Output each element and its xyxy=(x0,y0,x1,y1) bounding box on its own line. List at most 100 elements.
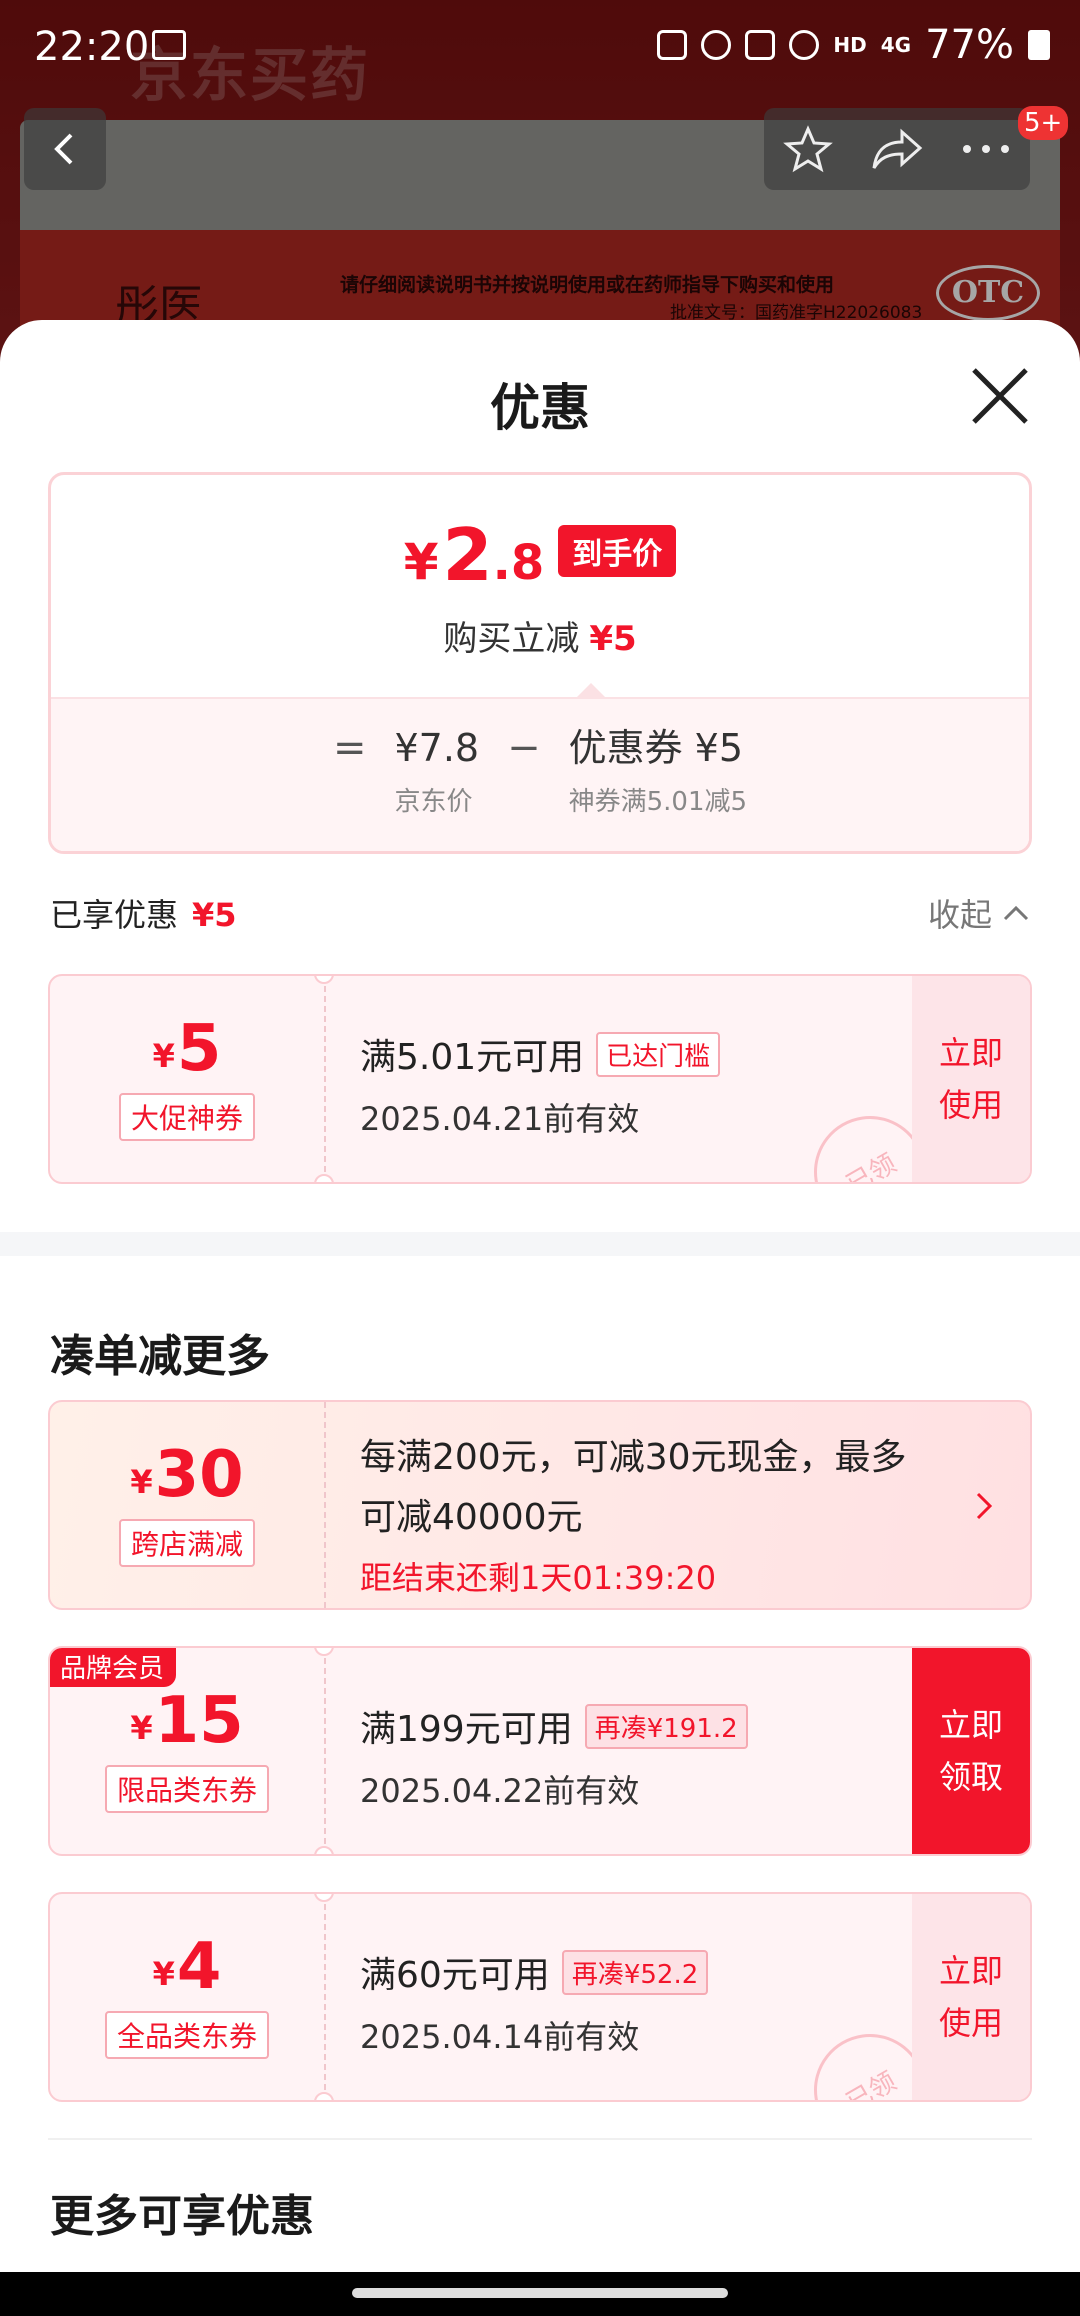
back-button[interactable] xyxy=(24,108,106,190)
jd-price-block: ¥7.8 京东价 xyxy=(394,725,479,818)
promo-amount-number: 30 xyxy=(154,1438,244,1512)
coupon-remaining-tag: 再凑¥191.2 xyxy=(584,1703,748,1749)
close-icon[interactable] xyxy=(966,362,1034,430)
action-line2: 使用 xyxy=(938,1086,1003,1124)
coupon-divider xyxy=(324,976,326,1182)
coupon-amount: ¥4 xyxy=(153,1935,222,1999)
signal-label: 4G xyxy=(880,33,912,57)
coupon-condition: 满199元可用 再凑¥191.2 xyxy=(360,1700,890,1752)
action-line1: 立即 xyxy=(938,1706,1003,1744)
coupon-amount-number: 15 xyxy=(154,1684,244,1758)
coupon-value: ¥5 大促神券 xyxy=(50,976,324,1182)
coupon-threshold-tag: 已达门槛 xyxy=(596,1031,721,1077)
enjoyed-label: 已享优惠 xyxy=(50,896,179,934)
promo-amount: ¥30 xyxy=(130,1443,243,1507)
coupon-yen: ¥ xyxy=(152,1037,175,1075)
coupon-divider xyxy=(324,1894,326,2100)
promo-description: 每满200元，可减30元现金，最多可减40000元 xyxy=(360,1437,907,1538)
sim-icon xyxy=(657,30,688,60)
instant-discount: 购买立减 ¥5 xyxy=(51,611,1029,660)
coupon-condition: 满5.01元可用 已达门槛 xyxy=(360,1028,890,1080)
coupon-condition-text: 满60元可用 xyxy=(360,1955,550,1996)
coupon-type: 限品类东券 xyxy=(104,1765,269,1813)
coupon-value: ¥4 全品类东券 xyxy=(50,1894,324,2100)
battery-icon xyxy=(1028,30,1050,60)
coupon-type: 大促神券 xyxy=(118,1093,255,1141)
action-line2: 使用 xyxy=(938,2004,1003,2042)
chevron-left-icon xyxy=(54,133,73,165)
wifi-icon xyxy=(789,30,820,60)
mute-icon xyxy=(745,30,776,60)
hd-label: HD xyxy=(833,33,867,57)
promo-value: ¥30 跨店满减 xyxy=(50,1402,324,1608)
coupon-card: ¥15 限品类东券 品牌会员 满199元可用 再凑¥191.2 2025.04.2… xyxy=(48,1646,1032,1856)
gallery-icon xyxy=(152,30,186,60)
member-badge: 品牌会员 xyxy=(50,1648,177,1687)
coupon-amount-number: 5 xyxy=(176,1012,222,1086)
share-icon[interactable] xyxy=(870,124,924,174)
section-title-more-offers: 更多可享优惠 xyxy=(50,2191,314,2242)
alarm-icon xyxy=(701,30,732,60)
coupon-divider xyxy=(324,1648,326,1854)
breakdown-notch xyxy=(577,683,605,697)
coupon-cut xyxy=(314,1846,334,1854)
final-price: ¥ 2 .8 到手价 xyxy=(51,519,1029,591)
promo-countdown: 距结束还剩1天01:39:20 xyxy=(360,1559,717,1597)
enjoyed-amount: ¥5 xyxy=(192,896,237,934)
action-line1: 立即 xyxy=(938,1952,1003,1990)
coupon-yen: ¥ xyxy=(152,1955,175,1993)
home-indicator[interactable] xyxy=(352,2288,728,2298)
coupon-condition-text: 满5.01元可用 xyxy=(360,1037,585,1078)
action-line1: 立即 xyxy=(938,1034,1003,1072)
star-icon[interactable] xyxy=(782,124,833,174)
coupon-cut xyxy=(314,2092,334,2100)
coupon-amount: ¥5 xyxy=(153,1017,222,1081)
coupon-info: 满60元可用 再凑¥52.2 2025.04.14前有效 xyxy=(360,1946,890,2058)
use-now-button[interactable]: 立即 使用 xyxy=(912,976,1030,1182)
coupon-detail: 神券满5.01减5 xyxy=(568,787,748,817)
coupon-card: ¥4 全品类东券 满60元可用 再凑¥52.2 2025.04.14前有效 已领 … xyxy=(48,1892,1032,2102)
chevron-up-icon xyxy=(1003,905,1029,921)
status-time: 22:20 xyxy=(34,24,150,70)
promo-type: 跨店满减 xyxy=(118,1519,255,1567)
cart-count-badge: 5+ xyxy=(1018,106,1069,140)
promo-yen: ¥ xyxy=(130,1463,153,1501)
coupon-cut xyxy=(314,1174,334,1182)
section-separator xyxy=(0,1232,1080,1256)
price-dec: .8 xyxy=(492,535,545,591)
jd-price: ¥7.8 xyxy=(394,726,480,770)
final-price-card: ¥ 2 .8 到手价 购买立减 ¥5 = ¥7.8 京东价 − 优惠券 ¥5 神券… xyxy=(48,472,1032,854)
enjoyed-discount: 已享优惠 ¥5 xyxy=(50,890,237,936)
coupon-info: 满199元可用 再凑¥191.2 2025.04.22前有效 xyxy=(360,1700,890,1812)
coupon-info: 满5.01元可用 已达门槛 2025.04.21前有效 xyxy=(360,1028,890,1140)
coupon-condition: 满60元可用 再凑¥52.2 xyxy=(360,1946,890,1998)
coupon-amount-number: 4 xyxy=(176,1930,222,2004)
instant-discount-label: 购买立减 xyxy=(443,619,580,659)
sheet-title: 优惠 xyxy=(490,379,590,437)
status-icons: HD 4G 77% xyxy=(657,22,1050,68)
equals-sign: = xyxy=(332,725,367,771)
coupon-card: ¥5 大促神券 满5.01元可用 已达门槛 2025.04.21前有效 已领 立即… xyxy=(48,974,1032,1184)
coupon-discount: 优惠券 ¥5 xyxy=(568,726,744,770)
section-title-more-savings: 凑单减更多 xyxy=(50,1331,270,1382)
promo-info: 每满200元，可减30元现金，最多可减40000元 距结束还剩1天01:39:2… xyxy=(360,1428,910,1608)
top-actions xyxy=(764,108,1030,190)
price-yen: ¥ xyxy=(403,533,439,591)
instant-discount-amount: ¥5 xyxy=(589,619,637,659)
collapse-toggle[interactable]: 收起 xyxy=(928,890,1030,936)
minus-sign: − xyxy=(507,725,541,771)
jd-price-label: 京东价 xyxy=(394,787,473,817)
coupon-validity: 2025.04.14前有效 xyxy=(360,2018,640,2056)
promo-divider xyxy=(324,1402,326,1608)
claim-now-button[interactable]: 立即 领取 xyxy=(912,1648,1030,1854)
collapse-label: 收起 xyxy=(927,896,992,934)
use-now-button[interactable]: 立即 使用 xyxy=(912,1894,1030,2100)
divider-line xyxy=(48,2138,1032,2140)
coupon-validity: 2025.04.21前有效 xyxy=(360,1100,640,1138)
more-icon[interactable] xyxy=(961,139,1011,159)
discount-sheet: 优惠 ¥ 2 .8 到手价 购买立减 ¥5 = ¥7.8 京东价 − 优惠券 ¥5… xyxy=(0,320,1080,2272)
coupon-yen: ¥ xyxy=(130,1709,153,1747)
final-price-tag: 到手价 xyxy=(558,525,677,577)
action-line2: 领取 xyxy=(938,1758,1003,1796)
promo-card[interactable]: ¥30 跨店满减 每满200元，可减30元现金，最多可减40000元 距结束还剩… xyxy=(48,1400,1032,1610)
